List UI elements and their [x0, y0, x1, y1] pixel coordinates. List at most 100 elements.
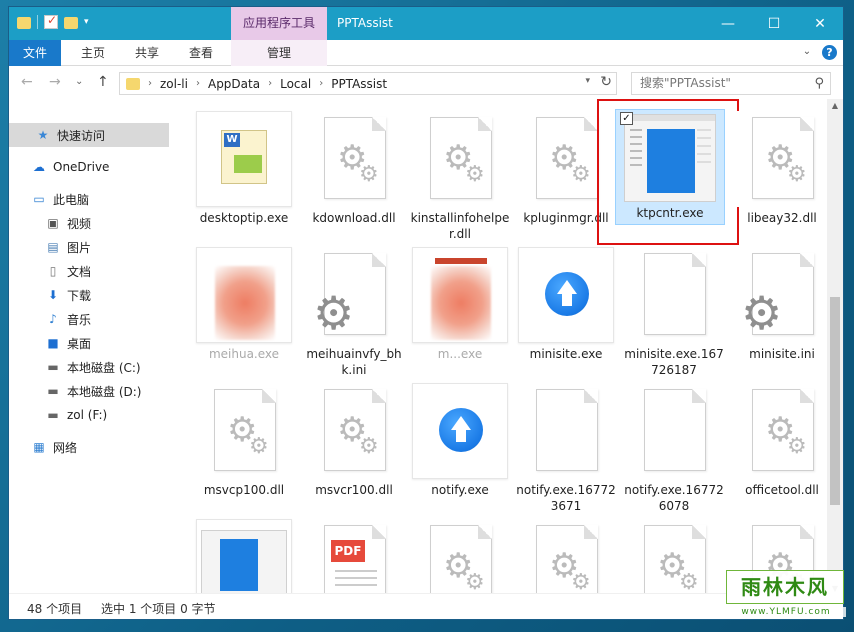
- file-grid: desktoptip.exe ⚙⚙ kdownload.dll ⚙⚙ kinst…: [181, 99, 827, 595]
- file-tile[interactable]: meihua.exe: [191, 247, 297, 362]
- sidebar-item-pictures[interactable]: ▤ 图片: [9, 235, 169, 259]
- sidebar-item-documents[interactable]: ▯ 文档: [9, 259, 169, 283]
- file-name: kdownload.dll: [312, 211, 396, 225]
- sidebar-item-onedrive[interactable]: ☁ OneDrive: [9, 155, 169, 179]
- file-tile[interactable]: minisite.exe.167726187: [621, 247, 727, 378]
- properties-icon[interactable]: [44, 13, 58, 29]
- file-tile[interactable]: notify.exe.167723671: [513, 383, 619, 514]
- gear-icon: ⚙: [465, 162, 485, 187]
- search-input[interactable]: 搜索"PPTAssist" ⚲: [631, 72, 831, 95]
- file-tile[interactable]: ⚙ minisite.ini: [729, 247, 827, 362]
- drive-icon: ▬: [47, 384, 59, 398]
- up-button[interactable]: ↑: [97, 74, 109, 90]
- file-tile[interactable]: ⚙ ⚙ msvcr100.dll: [301, 383, 407, 498]
- blank-file-icon: [536, 389, 598, 471]
- file-name: msvcr100.dll: [315, 483, 393, 497]
- file-tile[interactable]: minisite.exe: [513, 247, 619, 362]
- desktop-icon: ■: [47, 336, 59, 350]
- sidebar-item-downloads[interactable]: ⬇ 下载: [9, 283, 169, 307]
- refresh-icon[interactable]: ↻: [600, 74, 612, 90]
- close-button[interactable]: ✕: [797, 7, 843, 40]
- sidebar-item-videos[interactable]: ▣ 视频: [9, 211, 169, 235]
- sidebar-item-drive-c[interactable]: ▬ 本地磁盘 (C:): [9, 355, 169, 379]
- window-title: PPTAssist: [337, 16, 393, 30]
- back-button[interactable]: ←: [21, 74, 33, 90]
- tab-view[interactable]: 查看: [177, 40, 225, 66]
- quick-access-toolbar: ▾: [17, 13, 89, 29]
- help-icon[interactable]: ?: [822, 45, 837, 60]
- customize-dropdown-icon[interactable]: ▾: [84, 17, 89, 27]
- sidebar-item-quick-access[interactable]: ★ 快速访问: [9, 123, 169, 147]
- file-tile[interactable]: ⚙ ⚙ kdownload.dll: [301, 111, 407, 226]
- file-name: notify.exe: [431, 483, 489, 497]
- file-tile[interactable]: ⚙⚙: [513, 519, 619, 595]
- music-icon: ♪: [49, 312, 57, 326]
- scroll-up-icon[interactable]: ▲: [827, 101, 843, 110]
- file-tile[interactable]: ⚙ ⚙ kinstallinfohelper.dll: [407, 111, 513, 242]
- tab-share[interactable]: 共享: [123, 40, 171, 66]
- file-thumbnail: ⚙⚙: [734, 383, 827, 479]
- breadcrumb-pptassist[interactable]: PPTAssist: [331, 77, 387, 91]
- file-tile[interactable]: ⚙ ⚙ libeay32.dll: [729, 111, 827, 226]
- recent-locations-button[interactable]: ⌄: [75, 76, 83, 87]
- chevron-right-icon[interactable]: ›: [196, 78, 200, 89]
- file-tile[interactable]: ⚙⚙: [407, 519, 513, 595]
- maximize-button[interactable]: ☐: [751, 7, 797, 40]
- sidebar-item-desktop[interactable]: ■ 桌面: [9, 331, 169, 355]
- download-icon: ⬇: [47, 288, 59, 302]
- file-tile[interactable]: ⚙⚙: [621, 519, 727, 595]
- address-bar[interactable]: › zol-li › AppData › Local › PPTAssist ▾…: [119, 72, 617, 95]
- file-tile[interactable]: ⚙ ⚙ msvcp100.dll: [191, 383, 297, 498]
- blank-file-icon: [644, 253, 706, 335]
- settings-gear-icon: ⚙: [313, 286, 355, 340]
- blurred-image-icon: [215, 266, 275, 340]
- sidebar-item-network[interactable]: ▦ 网络: [9, 435, 169, 459]
- chevron-down-icon[interactable]: ▾: [585, 76, 590, 86]
- file-thumbnail: ⚙⚙: [306, 111, 402, 207]
- chevron-right-icon[interactable]: ›: [268, 78, 272, 89]
- tab-home[interactable]: 主页: [69, 40, 117, 66]
- sidebar-item-music[interactable]: ♪ 音乐: [9, 307, 169, 331]
- search-icon[interactable]: ⚲: [814, 73, 824, 94]
- file-tile[interactable]: ⚙ meihuainvfy_bhk.ini: [301, 247, 407, 378]
- sidebar-item-label: 此电脑: [53, 192, 90, 207]
- tab-file[interactable]: 文件: [9, 40, 61, 66]
- chevron-right-icon[interactable]: ›: [148, 78, 152, 89]
- chevron-down-icon[interactable]: ⌄: [800, 46, 814, 60]
- sidebar-item-label: 快速访问: [57, 128, 106, 143]
- file-tile[interactable]: notify.exe: [407, 383, 513, 498]
- sidebar-item-this-pc[interactable]: ▭ 此电脑: [9, 187, 169, 211]
- sidebar-item-drive-f[interactable]: ▬ zol (F:): [9, 403, 169, 427]
- tab-manage[interactable]: 管理: [231, 40, 327, 66]
- forward-button[interactable]: →: [49, 74, 61, 90]
- upload-arrow-icon: [439, 408, 483, 452]
- new-folder-icon[interactable]: [64, 17, 78, 29]
- file-tile[interactable]: PDF: [301, 519, 407, 595]
- file-thumbnail: ⚙⚙: [626, 519, 722, 595]
- file-tile[interactable]: desktoptip.exe: [191, 111, 297, 226]
- status-bar: 48 个项目 选中 1 个项目 0 字节: [9, 593, 843, 619]
- file-name: kinstallinfohelper.dll: [410, 211, 510, 241]
- chevron-right-icon[interactable]: ›: [319, 78, 323, 89]
- file-tile[interactable]: m...exe: [407, 247, 513, 362]
- breadcrumb-appdata[interactable]: AppData: [208, 77, 260, 91]
- scrollbar-thumb[interactable]: [830, 297, 840, 505]
- file-thumbnail: [412, 383, 508, 479]
- breadcrumb-local[interactable]: Local: [280, 77, 311, 91]
- context-tab-application-tools[interactable]: 应用程序工具: [231, 7, 327, 40]
- file-name: m...exe: [437, 347, 483, 361]
- sidebar-item-drive-d[interactable]: ▬ 本地磁盘 (D:): [9, 379, 169, 403]
- sidebar-item-label: 本地磁盘 (D:): [67, 384, 142, 399]
- breadcrumb-zol-li[interactable]: zol-li: [160, 77, 188, 91]
- vertical-scrollbar[interactable]: ▲ ▼: [827, 99, 843, 595]
- file-tile[interactable]: [191, 519, 297, 595]
- file-tile[interactable]: ⚙ ⚙ officetool.dll: [729, 383, 827, 498]
- folder-icon: [17, 17, 31, 29]
- minimize-button[interactable]: —: [705, 7, 751, 40]
- file-thumbnail: ⚙⚙: [518, 519, 614, 595]
- blurred-image-icon: [431, 266, 491, 340]
- sidebar-item-label: 文档: [67, 264, 92, 279]
- gear-icon: ⚙: [787, 434, 807, 459]
- file-tile[interactable]: notify.exe.167726078: [621, 383, 727, 514]
- file-thumbnail: [626, 247, 722, 343]
